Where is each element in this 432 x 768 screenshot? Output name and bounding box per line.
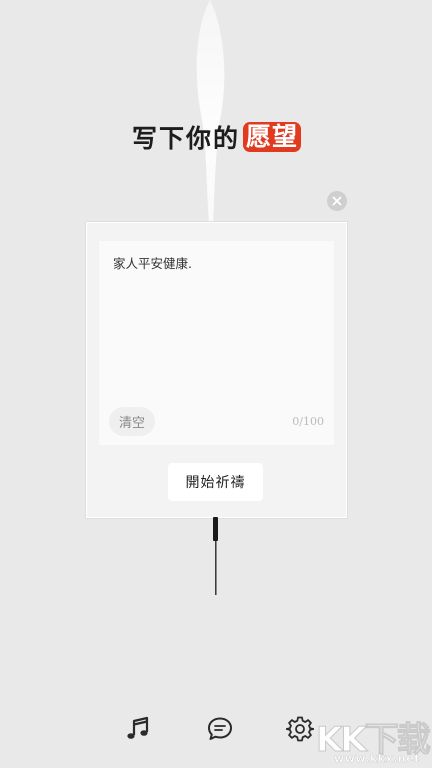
close-icon [332,196,342,206]
start-pray-button[interactable]: 開始祈禱 [168,463,263,501]
clear-button[interactable]: 清空 [109,407,155,436]
wish-text: 家人平安健康. [113,256,192,271]
char-counter: 0/100 [292,415,324,428]
watermark-url: www.kkx.net [334,752,420,765]
gear-icon[interactable] [286,715,314,743]
smoke-plume [196,0,225,235]
close-button[interactable] [327,191,347,211]
chat-bubble-icon[interactable] [206,715,234,743]
wish-card: 家人平安健康. 清空 0/100 開始祈禱 [86,222,347,518]
wish-textarea[interactable]: 家人平安健康. 清空 0/100 [99,241,334,445]
incense-stick [213,517,218,595]
title-highlight: 愿望 [243,122,302,152]
page-title: 写下你的 愿望 [132,120,302,154]
title-prefix: 写下你的 [132,124,241,153]
music-note-icon[interactable] [124,715,152,743]
watermark: KK下载 www.kkx.net [314,712,432,768]
